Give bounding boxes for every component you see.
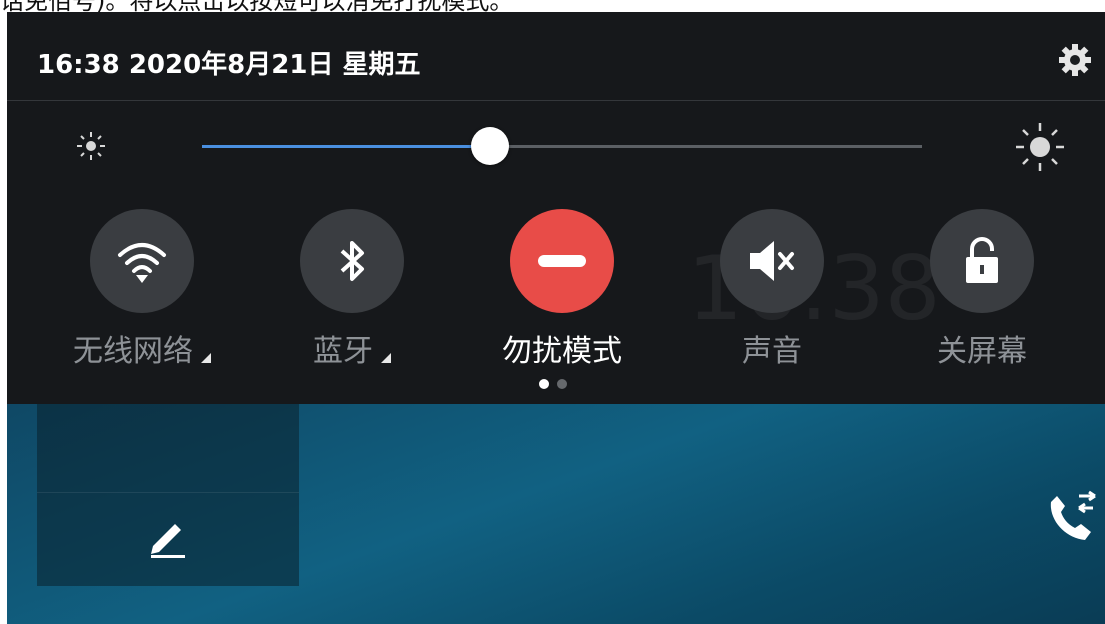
phone-transfer-icon[interactable] <box>1041 490 1101 550</box>
brightness-thumb[interactable] <box>471 127 509 165</box>
pen-icon[interactable] <box>147 516 189 558</box>
volume-mute-icon <box>750 241 794 281</box>
expand-arrow-icon <box>201 353 211 363</box>
device-screen: 16:38 16:38 2020年8月21日 星期五 <box>7 12 1105 624</box>
card-divider <box>37 492 299 493</box>
wifi-icon <box>118 243 166 283</box>
tile-sound-button[interactable] <box>720 209 824 313</box>
tile-dnd-label: 勿扰模式 <box>502 334 622 369</box>
caption-text: 话免佰号)。将以点击以按短可以消免打扰模式。 <box>0 0 1105 12</box>
sun-small-icon <box>77 132 105 160</box>
date-time: 16:38 2020年8月21日 星期五 <box>37 50 421 80</box>
do-not-disturb-icon <box>538 255 586 267</box>
tile-bluetooth-button[interactable] <box>300 209 404 313</box>
bluetooth-icon <box>340 241 364 281</box>
tile-wifi-label: 无线网络 <box>67 326 217 370</box>
gear-icon[interactable] <box>1057 42 1093 78</box>
quick-settings-panel: 16:38 16:38 2020年8月21日 星期五 <box>7 12 1105 404</box>
home-screen-background <box>7 404 1105 624</box>
tile-bluetooth[interactable]: 蓝牙 <box>277 209 427 370</box>
brightness-fill <box>202 145 490 148</box>
brightness-row <box>7 101 1105 196</box>
tile-screen-off-label: 关屏幕 <box>937 334 1027 369</box>
page-dot-active[interactable] <box>539 379 549 389</box>
unlock-icon <box>966 237 998 283</box>
expand-arrow-icon <box>381 353 391 363</box>
page-dot[interactable] <box>557 379 567 389</box>
tile-screen-off-button[interactable] <box>930 209 1034 313</box>
tile-wifi-button[interactable] <box>90 209 194 313</box>
home-card <box>37 404 299 586</box>
tile-dnd-button[interactable] <box>510 209 614 313</box>
tile-sound-label: 声音 <box>742 334 802 369</box>
page-indicator <box>535 374 571 393</box>
tile-wifi[interactable]: 无线网络 <box>67 209 217 370</box>
brightness-slider[interactable] <box>202 127 922 165</box>
tile-bluetooth-label: 蓝牙 <box>277 326 427 370</box>
sun-large-icon <box>1016 123 1064 171</box>
tile-sound[interactable]: 声音 <box>697 209 847 370</box>
tile-screen-off[interactable]: 关屏幕 <box>907 209 1057 370</box>
tile-do-not-disturb[interactable]: 勿扰模式 <box>487 209 637 370</box>
status-bar: 16:38 2020年8月21日 星期五 <box>7 12 1105 101</box>
